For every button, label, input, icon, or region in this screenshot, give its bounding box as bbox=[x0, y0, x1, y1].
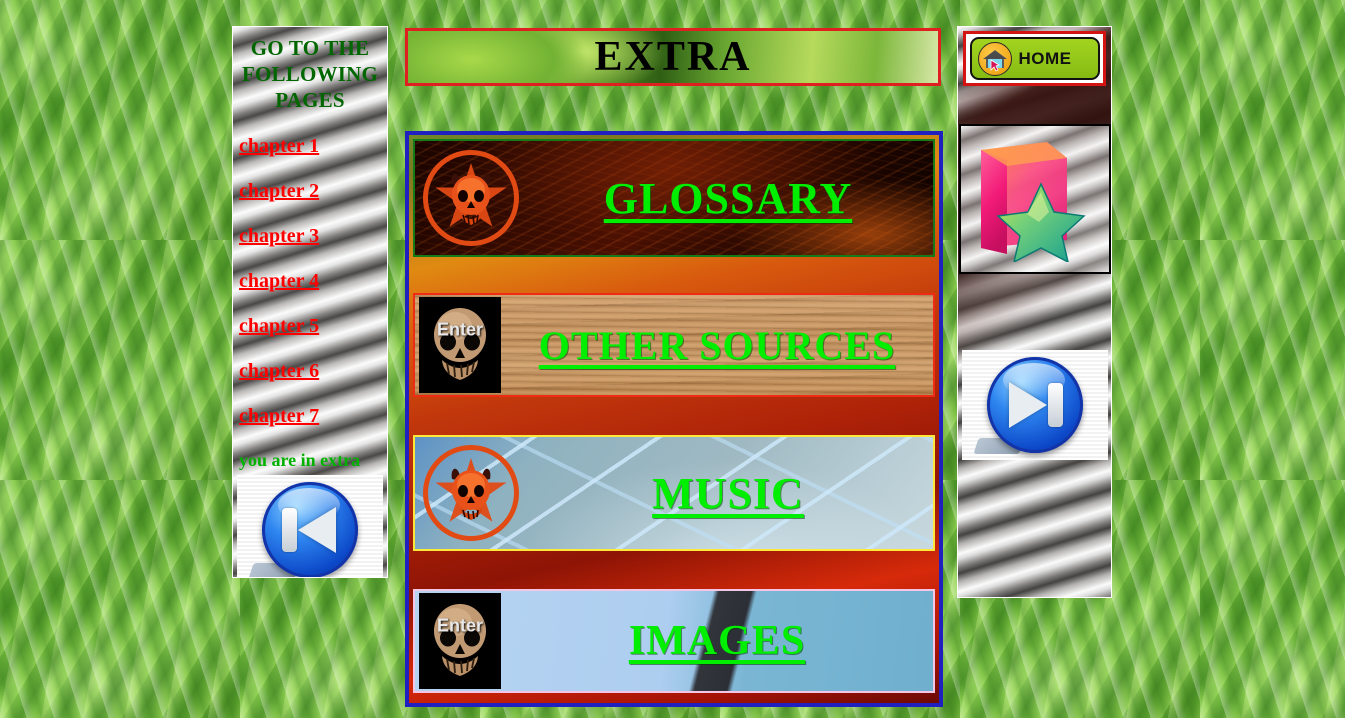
skull-glyph bbox=[434, 604, 486, 676]
house-cursor-icon bbox=[977, 41, 1012, 76]
skull-enter-icon: Enter bbox=[419, 593, 501, 689]
skull-enter-icon: Enter bbox=[419, 297, 501, 393]
panel-glossary[interactable]: GLOSSARY bbox=[413, 139, 935, 257]
page-title: EXTRA bbox=[594, 34, 752, 80]
list-item: chapter 2 bbox=[239, 180, 387, 203]
chapter-link-4[interactable]: chapter 4 bbox=[239, 270, 319, 292]
panel-other-sources[interactable]: Enter OTHER SOURCES bbox=[413, 293, 935, 397]
page-root: GO TO THE FOLLOWING PAGES chapter 1 chap… bbox=[0, 0, 1345, 718]
left-sidebar: GO TO THE FOLLOWING PAGES chapter 1 chap… bbox=[232, 26, 388, 578]
chapter-link-1[interactable]: chapter 1 bbox=[239, 135, 319, 157]
panel-title-other-sources: OTHER SOURCES bbox=[538, 322, 896, 368]
demon-skull-pentagram-icon bbox=[419, 441, 523, 545]
home-button[interactable]: HOME bbox=[963, 31, 1106, 86]
skull-glyph bbox=[451, 173, 491, 225]
panel-title-glossary: GLOSSARY bbox=[603, 173, 853, 223]
panel-music[interactable]: MUSIC bbox=[413, 435, 935, 551]
chapter-link-2[interactable]: chapter 2 bbox=[239, 180, 319, 202]
list-item: chapter 3 bbox=[239, 225, 387, 248]
demon-skull-pentagram-icon bbox=[419, 146, 523, 250]
list-item: chapter 4 bbox=[239, 270, 387, 293]
sidebar-heading: GO TO THE FOLLOWING PAGES bbox=[242, 36, 378, 112]
next-page-button[interactable] bbox=[986, 357, 1083, 453]
list-item: chapter 6 bbox=[239, 360, 387, 383]
right-sidebar: HOME bbox=[957, 26, 1112, 598]
next-button-frame bbox=[961, 350, 1108, 460]
previous-button-frame bbox=[237, 475, 383, 577]
pentagram-ring bbox=[423, 445, 519, 541]
list-item: chapter 1 bbox=[239, 135, 387, 158]
current-page-status: you are in extra bbox=[239, 450, 361, 470]
panel-images[interactable]: Enter IMAGES bbox=[413, 589, 935, 693]
skip-next-icon bbox=[1003, 379, 1067, 431]
pentagram-ring bbox=[423, 150, 519, 246]
chapter-link-3[interactable]: chapter 3 bbox=[239, 225, 319, 247]
home-button-label: HOME bbox=[1018, 48, 1072, 68]
panel-title-music: MUSIC bbox=[652, 468, 804, 518]
chapter-nav-list: chapter 1 chapter 2 chapter 3 chapter 4 … bbox=[233, 135, 387, 428]
list-item: chapter 5 bbox=[239, 315, 387, 338]
folder-star-icon bbox=[980, 142, 1086, 262]
home-button-inner: HOME bbox=[969, 37, 1100, 80]
skull-glyph bbox=[451, 468, 491, 520]
previous-page-button[interactable] bbox=[262, 482, 358, 577]
panel-title-images: IMAGES bbox=[628, 618, 806, 664]
chapter-link-7[interactable]: chapter 7 bbox=[239, 405, 319, 427]
page-header-banner: EXTRA bbox=[405, 28, 941, 86]
skip-previous-icon bbox=[278, 504, 342, 556]
chapter-link-5[interactable]: chapter 5 bbox=[239, 315, 319, 337]
chapter-link-6[interactable]: chapter 6 bbox=[239, 360, 319, 382]
folder-star-image[interactable] bbox=[958, 124, 1111, 274]
main-content-container: GLOSSARY Enter OTHER SOURCES MUSIC Enter… bbox=[405, 131, 943, 707]
list-item: chapter 7 bbox=[239, 405, 387, 428]
skull-glyph bbox=[434, 308, 486, 380]
